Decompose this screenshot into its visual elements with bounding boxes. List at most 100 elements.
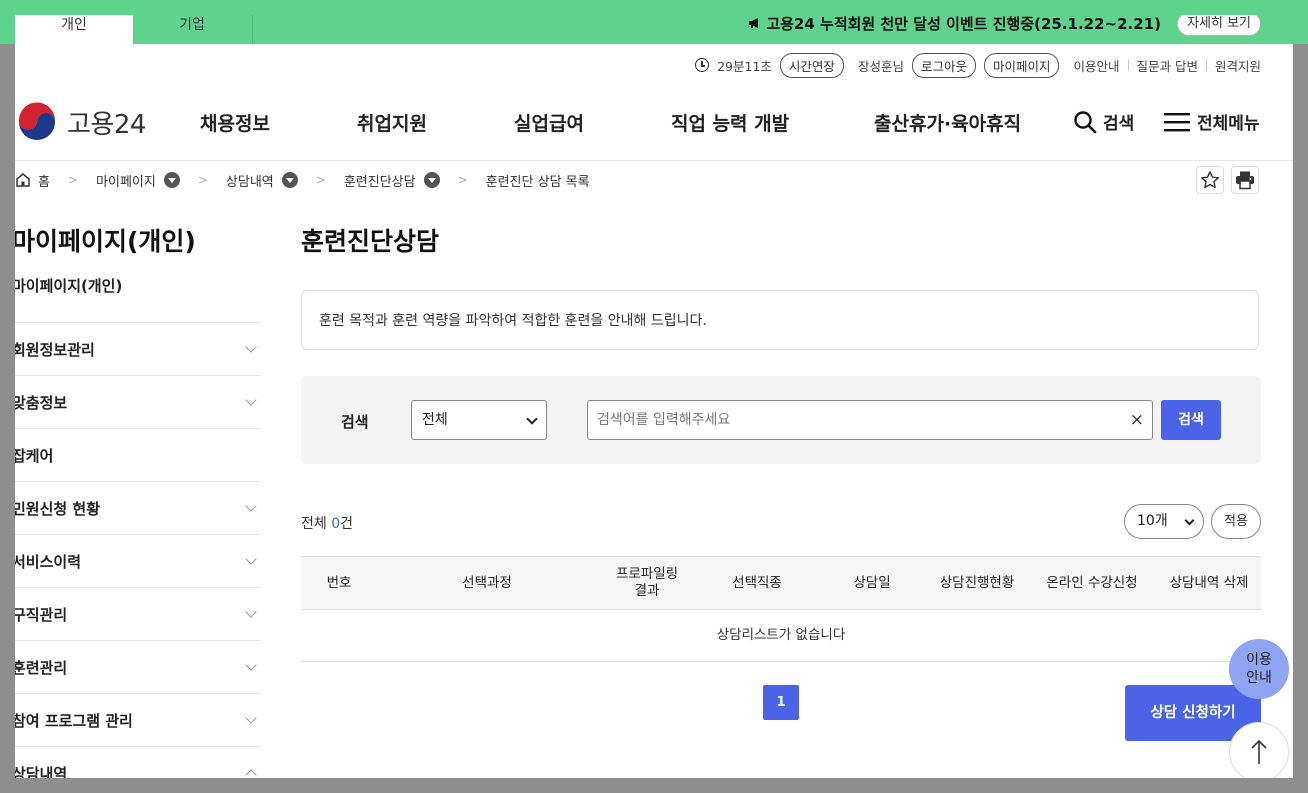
column-header: 선택직종 bbox=[732, 574, 782, 591]
logout-button[interactable]: 로그아웃 bbox=[911, 52, 976, 78]
sidebar-item-job-search[interactable]: 구직관리 bbox=[15, 588, 261, 641]
chevron-right-icon: > bbox=[67, 173, 79, 187]
gnb-item-employment-support[interactable]: 취업지원 bbox=[357, 109, 427, 136]
dropdown-toggle-icon[interactable] bbox=[281, 172, 298, 188]
breadcrumb: 홈 > 마이페이지 > 상담내역 > 훈련진단상담 > 훈련진단 상담 목록 bbox=[15, 170, 590, 190]
sidebar-menu: 마이페이지(개인) 회원정보관리 맞춤정보 잡케어 민원신청 현황 서비스이력 … bbox=[15, 275, 261, 778]
column-header: 상담내역 삭제 bbox=[1169, 574, 1249, 591]
chevron-right-icon: > bbox=[457, 173, 468, 187]
chevron-down-icon bbox=[245, 500, 257, 512]
clock-icon bbox=[695, 58, 710, 72]
total-unit: 건 bbox=[340, 516, 354, 532]
print-button[interactable] bbox=[1231, 166, 1259, 194]
sidebar-item-label: 서비스이력 bbox=[15, 552, 82, 571]
total-label: 전체 bbox=[301, 516, 327, 532]
home-icon bbox=[16, 173, 30, 187]
header-divider bbox=[15, 160, 1293, 161]
taegeuk-logo-icon bbox=[16, 101, 58, 143]
notice-label: 고용24 누적회원 천만 달성 이벤트 진행중(25.1.22~2.21) bbox=[766, 15, 1161, 33]
sidebar-item-label: 구직관리 bbox=[15, 605, 68, 624]
dropdown-toggle-icon[interactable] bbox=[163, 172, 180, 188]
sidebar-item-label: 상담내역 bbox=[15, 764, 68, 779]
sidebar-item-label: 민원신청 현황 bbox=[15, 499, 101, 518]
gnb-item-parental-leave[interactable]: 출산휴가·육아휴직 bbox=[874, 109, 1021, 136]
usage-guide-float-button[interactable]: 이용 안내 bbox=[1229, 639, 1289, 699]
printer-icon bbox=[1236, 171, 1254, 190]
notice-detail-button[interactable]: 자세히 보기 bbox=[1177, 15, 1261, 36]
breadcrumb-consult-history[interactable]: 상담내역 bbox=[226, 171, 274, 190]
sidebar-item-label: 회원정보관리 bbox=[15, 340, 95, 359]
sidebar-item-consult-history[interactable]: 상담내역 bbox=[15, 747, 261, 778]
per-page-value: 10개 bbox=[1137, 513, 1168, 529]
scroll-top-button[interactable] bbox=[1229, 722, 1289, 778]
page: 개인 기업 고용24 누적회원 천만 달성 이벤트 진행중(25.1.22~2.… bbox=[15, 15, 1293, 778]
session-timer: 29분11초 bbox=[717, 58, 772, 74]
link-usage-guide[interactable]: 이용안내 bbox=[1073, 56, 1119, 75]
tab-business[interactable]: 기업 bbox=[133, 15, 251, 44]
utility-bar: 29분11초 시간연장 장성훈님 로그아웃 마이페이지 이용안내 질문과 답변 … bbox=[695, 52, 1261, 78]
chevron-down-icon bbox=[245, 553, 257, 565]
pagination-page[interactable]: 1 bbox=[763, 685, 799, 720]
breadcrumb-home[interactable]: 홈 bbox=[38, 171, 50, 190]
breadcrumb-training-consult[interactable]: 훈련진단상담 bbox=[344, 171, 416, 190]
sidebar-item-custom-info[interactable]: 맞춤정보 bbox=[15, 376, 261, 429]
sidebar-title: 마이페이지(개인) bbox=[15, 227, 196, 256]
chevron-right-icon: > bbox=[315, 173, 326, 187]
clear-icon[interactable]: × bbox=[1130, 401, 1144, 439]
all-menu-button[interactable]: 전체메뉴 bbox=[1163, 109, 1260, 134]
column-header: 번호 bbox=[326, 574, 352, 591]
sidebar-item-mypage[interactable]: 마이페이지(개인) bbox=[15, 275, 261, 323]
link-remote-support[interactable]: 원격지원 bbox=[1215, 56, 1261, 75]
chevron-down-icon bbox=[245, 606, 257, 618]
search-category-select[interactable]: 전체 bbox=[411, 400, 547, 440]
total-number: 0 bbox=[331, 516, 341, 532]
breadcrumb-mypage[interactable]: 마이페이지 bbox=[96, 171, 156, 190]
gnb-item-unemployment-benefit[interactable]: 실업급여 bbox=[514, 109, 584, 136]
search-button[interactable]: 검색 bbox=[1161, 400, 1221, 440]
header-search-button[interactable]: 검색 bbox=[1073, 109, 1134, 134]
tab-divider bbox=[252, 15, 253, 44]
sidebar-item-training[interactable]: 훈련관리 bbox=[15, 641, 261, 694]
sidebar-item-civil-status[interactable]: 민원신청 현황 bbox=[15, 482, 261, 535]
search-label: 검색 bbox=[1103, 114, 1135, 134]
sidebar-item-jobcare[interactable]: 잡케어 bbox=[15, 429, 261, 482]
dropdown-toggle-icon[interactable] bbox=[423, 172, 440, 188]
total-count: 전체 0건 bbox=[301, 513, 353, 533]
sidebar-item-label: 맞춤정보 bbox=[15, 393, 68, 412]
hamburger-menu-icon bbox=[1164, 112, 1190, 131]
gnb-item-jobs[interactable]: 채용정보 bbox=[200, 109, 270, 136]
sidebar-item-service-history[interactable]: 서비스이력 bbox=[15, 535, 261, 588]
search-panel: 검색 전체 검색어를 입력해주세요 × 검색 bbox=[301, 376, 1261, 464]
column-header: 프로파일링 결과 bbox=[615, 566, 679, 599]
column-header: 선택과정 bbox=[462, 574, 512, 591]
sidebar-item-label: 잡케어 bbox=[15, 446, 54, 465]
arrow-up-icon bbox=[1251, 739, 1267, 764]
consult-table: 번호 선택과정 프로파일링 결과 선택직종 상담일 상담진행현황 온라인 수강신… bbox=[301, 556, 1261, 662]
search-label: 검색 bbox=[341, 413, 369, 431]
page-title: 훈련진단상담 bbox=[301, 227, 440, 256]
sidebar-item-programs[interactable]: 참여 프로그램 관리 bbox=[15, 694, 261, 747]
sidebar-item-label: 참여 프로그램 관리 bbox=[15, 711, 133, 730]
info-text: 훈련 목적과 훈련 역량을 파악하여 적합한 훈련을 안내해 드립니다. bbox=[319, 313, 707, 329]
apply-button[interactable]: 적용 bbox=[1211, 504, 1261, 539]
search-placeholder: 검색어를 입력해주세요 bbox=[597, 412, 731, 428]
mypage-button[interactable]: 마이페이지 bbox=[983, 52, 1060, 78]
search-input[interactable]: 검색어를 입력해주세요 × bbox=[587, 400, 1153, 440]
select-value: 전체 bbox=[422, 412, 448, 428]
per-page-select[interactable]: 10개 bbox=[1124, 504, 1204, 539]
gnb-item-job-skills[interactable]: 직업 능력 개발 bbox=[671, 109, 789, 136]
breadcrumb-current: 훈련진단 상담 목록 bbox=[485, 174, 590, 190]
search-icon bbox=[1074, 110, 1097, 133]
user-name: 장성훈님 bbox=[857, 58, 904, 74]
chevron-right-icon: > bbox=[197, 173, 208, 187]
logo-text: 고용24 bbox=[67, 109, 146, 140]
notice-text[interactable]: 고용24 누적회원 천만 달성 이벤트 진행중(25.1.22~2.21) bbox=[748, 15, 1161, 35]
tab-personal[interactable]: 개인 bbox=[15, 15, 133, 44]
site-logo[interactable]: 고용24 bbox=[15, 100, 146, 144]
link-qna[interactable]: 질문과 답변 bbox=[1137, 56, 1198, 75]
chevron-down-icon bbox=[245, 341, 257, 353]
favorite-button[interactable] bbox=[1196, 166, 1224, 194]
sidebar-item-member-info[interactable]: 회원정보관리 bbox=[15, 323, 261, 376]
extend-session-button[interactable]: 시간연장 bbox=[779, 52, 844, 78]
all-menu-label: 전체메뉴 bbox=[1197, 114, 1260, 134]
